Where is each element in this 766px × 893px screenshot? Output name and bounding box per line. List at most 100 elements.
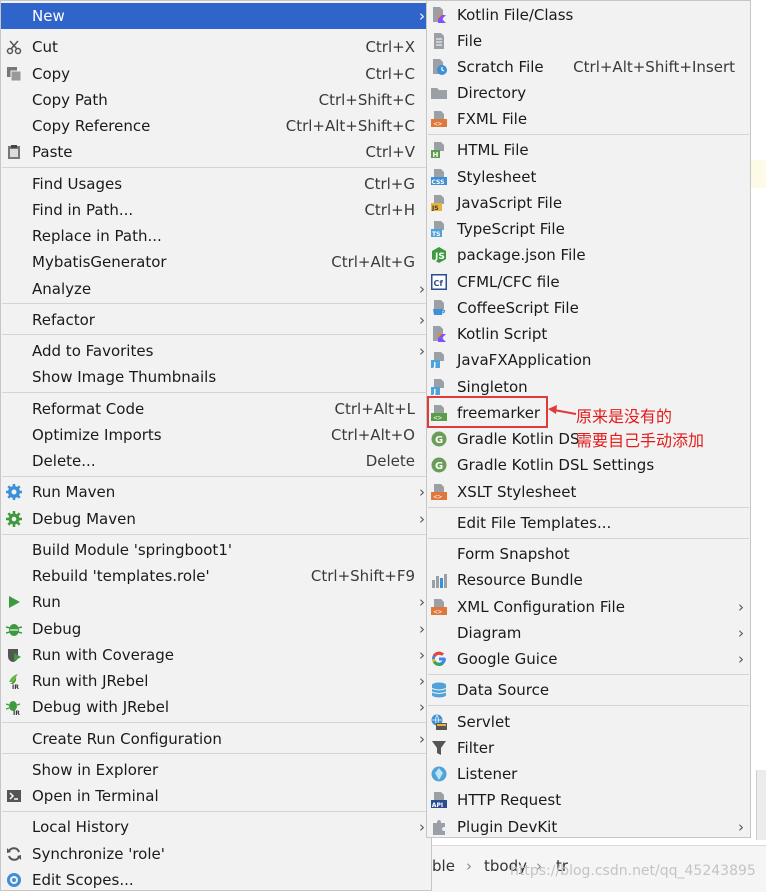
menu-item-show-in-explorer[interactable]: Show in Explorer: [1, 757, 431, 783]
html-file-icon: H: [431, 142, 444, 158]
submenu-item-label: Kotlin Script: [457, 325, 548, 343]
chevron-right-icon: ›: [419, 698, 425, 716]
menu-item-rebuild[interactable]: Rebuild 'templates.role' Ctrl+Shift+F9: [1, 563, 431, 589]
submenu-item-xslt-stylesheet[interactable]: <> XSLT Stylesheet: [427, 479, 750, 505]
submenu-item-gradle-kotlin-dsl-settings[interactable]: G Gradle Kotlin DSL Settings: [427, 452, 750, 478]
submenu-item-resource-bundle[interactable]: Resource Bundle: [427, 567, 750, 593]
submenu-item-kotlin-file-class[interactable]: Kotlin File/Class: [427, 2, 750, 28]
menu-item-label: Add to Favorites: [32, 342, 154, 360]
menu-separator: [2, 167, 430, 168]
menu-item-run[interactable]: Run ›: [1, 589, 431, 615]
menu-item-run-with-coverage[interactable]: Run with Coverage ›: [1, 642, 431, 668]
submenu-item-label: CFML/CFC file: [457, 273, 560, 291]
svg-text:CSS: CSS: [432, 179, 445, 185]
menu-item-copy-path[interactable]: Copy Path Ctrl+Shift+C: [1, 87, 431, 113]
menu-item-reformat-code[interactable]: Reformat Code Ctrl+Alt+L: [1, 396, 431, 422]
menu-item-add-to-favorites[interactable]: Add to Favorites ›: [1, 338, 431, 364]
jrebel-debug-icon: JR: [6, 701, 20, 715]
menu-item-build-module[interactable]: Build Module 'springboot1': [1, 537, 431, 563]
servlet-icon: [431, 714, 447, 730]
menu-item-copy[interactable]: Copy Ctrl+C: [1, 61, 431, 87]
submenu-item-label: package.json File: [457, 246, 586, 264]
menu-item-create-run-configuration[interactable]: Create Run Configuration ›: [1, 726, 431, 752]
submenu-item-diagram[interactable]: Diagram ›: [427, 620, 750, 646]
submenu-item-label: Resource Bundle: [457, 571, 583, 589]
menu-item-run-with-jrebel[interactable]: JR Run with JRebel ›: [1, 668, 431, 694]
submenu-item-label: Gradle Kotlin DSL Settings: [457, 456, 655, 474]
submenu-item-scratch-file[interactable]: Scratch File Ctrl+Alt+Shift+Insert: [427, 54, 750, 80]
coffeescript-icon: [433, 300, 446, 315]
menu-item-label: Copy Reference: [32, 117, 151, 135]
submenu-item-stylesheet[interactable]: CSS Stylesheet: [427, 164, 750, 190]
submenu-item-label: Servlet: [457, 713, 511, 731]
editor-line-highlight: [751, 160, 766, 188]
menu-item-debug[interactable]: Debug ›: [1, 616, 431, 642]
submenu-item-cfml-cfc[interactable]: Cf CFML/CFC file: [427, 269, 750, 295]
scratch-file-icon: [433, 59, 447, 75]
menu-item-edit-scopes[interactable]: Edit Scopes...: [1, 867, 431, 893]
svg-text:API: API: [432, 802, 443, 808]
text-file-icon: [434, 33, 444, 49]
menu-item-debug-with-jrebel[interactable]: JR Debug with JRebel ›: [1, 694, 431, 720]
submenu-item-filter[interactable]: Filter: [427, 735, 750, 761]
menu-item-find-usages[interactable]: Find Usages Ctrl+G: [1, 171, 431, 197]
singleton-file-icon: J: [431, 379, 444, 395]
xslt-file-icon: <>: [431, 484, 447, 500]
submenu-item-label: Listener: [457, 765, 518, 783]
menu-item-cut[interactable]: Cut Ctrl+X: [1, 34, 431, 60]
submenu-item-http-request[interactable]: API HTTP Request: [427, 787, 750, 813]
submenu-item-html-file[interactable]: H HTML File: [427, 137, 750, 163]
menu-item-mybatis-generator[interactable]: MybatisGenerator Ctrl+Alt+G: [1, 249, 431, 275]
menu-item-refactor[interactable]: Refactor ›: [1, 307, 431, 333]
menu-item-label: Copy Path: [32, 91, 108, 109]
submenu-item-data-source[interactable]: Data Source: [427, 677, 750, 703]
menu-item-label: Debug with JRebel: [32, 698, 170, 716]
submenu-item-typescript-file[interactable]: TS TypeScript File: [427, 216, 750, 242]
menu-item-optimize-imports[interactable]: Optimize Imports Ctrl+Alt+O: [1, 422, 431, 448]
menu-item-show-image-thumbnails[interactable]: Show Image Thumbnails: [1, 364, 431, 390]
chevron-right-icon: ›: [419, 483, 425, 501]
submenu-item-google-guice[interactable]: Google Guice ›: [427, 646, 750, 672]
submenu-item-javascript-file[interactable]: JS JavaScript File: [427, 190, 750, 216]
submenu-item-xml-configuration-file[interactable]: <> XML Configuration File ›: [427, 594, 750, 620]
menu-separator: [428, 134, 749, 135]
chevron-right-icon: ›: [419, 311, 425, 329]
menu-item-replace-in-path[interactable]: Replace in Path...: [1, 223, 431, 249]
menu-item-copy-reference[interactable]: Copy Reference Ctrl+Alt+Shift+C: [1, 113, 431, 139]
menu-separator: [2, 303, 430, 304]
submenu-item-form-snapshot[interactable]: Form Snapshot: [427, 541, 750, 567]
menu-item-delete[interactable]: Delete... Delete: [1, 448, 431, 474]
chevron-right-icon: ›: [419, 342, 425, 360]
submenu-item-package-json[interactable]: JS package.json File: [427, 242, 750, 268]
menu-item-paste[interactable]: Paste Ctrl+V: [1, 139, 431, 165]
cut-icon: [6, 40, 22, 55]
submenu-item-edit-file-templates[interactable]: Edit File Templates...: [427, 510, 750, 536]
menu-item-synchronize[interactable]: Synchronize 'role': [1, 841, 431, 867]
submenu-item-fxml-file[interactable]: <> FXML File: [427, 106, 750, 132]
annotation-line-1: 原来是没有的: [576, 407, 673, 426]
menu-item-new[interactable]: New ›: [1, 3, 431, 29]
submenu-item-directory[interactable]: Directory: [427, 80, 750, 106]
submenu-item-servlet[interactable]: Servlet: [427, 709, 750, 735]
submenu-item-plugin-devkit[interactable]: Plugin DevKit ›: [427, 814, 750, 840]
menu-item-label: Synchronize 'role': [32, 845, 165, 863]
submenu-item-file[interactable]: File: [427, 28, 750, 54]
submenu-item-label: XSLT Stylesheet: [457, 483, 577, 501]
menu-item-analyze[interactable]: Analyze ›: [1, 276, 431, 302]
submenu-item-coffeescript-file[interactable]: CoffeeScript File: [427, 295, 750, 321]
menu-separator: [2, 811, 430, 812]
menu-item-debug-maven[interactable]: Debug Maven ›: [1, 506, 431, 532]
svg-text:Cf: Cf: [434, 279, 444, 288]
submenu-item-javafx-application[interactable]: J JavaFXApplication: [427, 347, 750, 373]
nodejs-icon: JS: [432, 247, 446, 263]
submenu-item-listener[interactable]: Listener: [427, 761, 750, 787]
breadcrumb-item[interactable]: ble: [432, 857, 455, 875]
menu-item-open-in-terminal[interactable]: Open in Terminal: [1, 783, 431, 809]
menu-item-run-maven[interactable]: Run Maven ›: [1, 479, 431, 505]
submenu-item-kotlin-script[interactable]: Kotlin Script: [427, 321, 750, 347]
menu-item-find-in-path[interactable]: Find in Path... Ctrl+H: [1, 197, 431, 223]
menu-item-label: Optimize Imports: [32, 426, 162, 444]
submenu-item-label: Directory: [457, 84, 527, 102]
chevron-right-icon: ›: [419, 7, 425, 25]
menu-item-local-history[interactable]: Local History ›: [1, 814, 431, 840]
